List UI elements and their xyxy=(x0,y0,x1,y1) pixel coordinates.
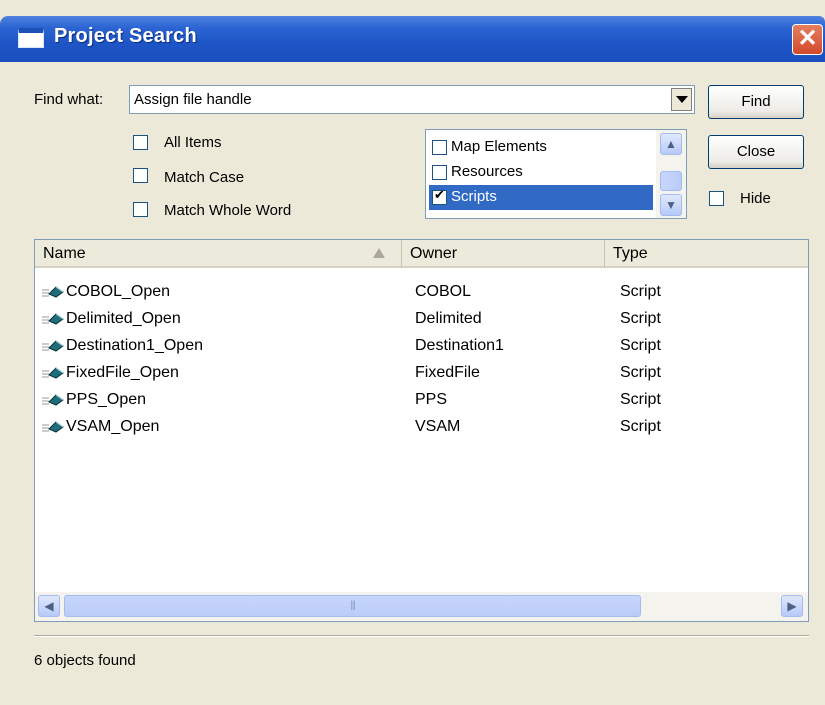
table-row[interactable]: Destination1_Open Destination1 Script xyxy=(35,335,808,357)
match-whole-word-label: Match Whole Word xyxy=(164,202,292,219)
row-type: Script xyxy=(620,418,661,435)
row-owner: PPS xyxy=(415,391,448,408)
row-type: Script xyxy=(620,391,661,408)
row-owner: VSAM xyxy=(415,418,461,435)
type-list-scrollbar[interactable]: ▲ ▼ xyxy=(656,130,686,218)
row-type: Script xyxy=(620,364,661,381)
sort-ascending-icon xyxy=(373,248,385,258)
dropdown-arrow-icon[interactable] xyxy=(671,88,692,111)
find-what-label: Find what: xyxy=(34,91,104,108)
script-icon xyxy=(42,367,64,379)
close-window-icon[interactable]: ✕ xyxy=(792,24,823,55)
row-owner: COBOL xyxy=(415,283,472,300)
type-item-scripts[interactable]: Scripts xyxy=(429,185,653,210)
resources-checkbox[interactable] xyxy=(432,165,447,180)
find-what-combobox[interactable] xyxy=(129,85,695,114)
scroll-thumb[interactable] xyxy=(660,171,682,191)
row-name: Destination1_Open xyxy=(66,337,203,354)
row-name: PPS_Open xyxy=(66,391,147,408)
type-item-label: Resources xyxy=(451,163,523,180)
row-name: VSAM_Open xyxy=(66,418,160,435)
status-divider xyxy=(34,635,809,637)
row-owner: Delimited xyxy=(415,310,482,327)
close-button[interactable]: Close xyxy=(708,135,804,169)
scroll-down-icon[interactable]: ▼ xyxy=(660,194,682,216)
row-name: Delimited_Open xyxy=(66,310,181,327)
map-elements-checkbox[interactable] xyxy=(432,140,447,155)
hide-checkbox[interactable] xyxy=(709,191,724,206)
title-bar[interactable]: Project Search ✕ xyxy=(0,16,825,62)
object-type-list[interactable]: Map Elements Resources Scripts ▲ ▼ xyxy=(425,129,687,219)
table-row[interactable]: Delimited_Open Delimited Script xyxy=(35,308,808,330)
scroll-right-icon[interactable]: ▶ xyxy=(781,595,803,617)
results-list[interactable]: Name Owner Type COBOL_Open COBOL Script … xyxy=(34,239,809,622)
window-title: Project Search xyxy=(54,25,197,47)
status-text: 6 objects found xyxy=(34,652,136,669)
type-item-map-elements[interactable]: Map Elements xyxy=(429,135,653,160)
horizontal-scroll-thumb[interactable]: ||| xyxy=(64,595,641,617)
all-items-label: All Items xyxy=(164,134,222,151)
script-icon xyxy=(42,286,64,298)
results-header: Name Owner Type xyxy=(35,240,808,268)
type-item-label: Scripts xyxy=(451,188,497,205)
column-header-type[interactable]: Type xyxy=(605,240,808,268)
all-items-checkbox[interactable] xyxy=(133,135,148,150)
type-item-label: Map Elements xyxy=(451,138,547,155)
window-icon xyxy=(18,28,44,48)
script-icon xyxy=(42,394,64,406)
column-header-name[interactable]: Name xyxy=(35,240,402,268)
type-item-resources[interactable]: Resources xyxy=(429,160,653,185)
row-type: Script xyxy=(620,337,661,354)
match-whole-word-checkbox[interactable] xyxy=(133,202,148,217)
script-icon xyxy=(42,421,64,433)
find-what-input[interactable] xyxy=(134,89,654,109)
find-button[interactable]: Find xyxy=(708,85,804,119)
results-horizontal-scrollbar[interactable]: ◀ ||| ▶ xyxy=(35,592,808,621)
scripts-checkbox[interactable] xyxy=(432,187,447,205)
project-search-dialog: Project Search ✕ Find what: Find Close H… xyxy=(0,0,825,705)
column-header-owner[interactable]: Owner xyxy=(402,240,605,268)
match-case-label: Match Case xyxy=(164,169,245,186)
table-row[interactable]: PPS_Open PPS Script xyxy=(35,389,808,411)
script-icon xyxy=(42,313,64,325)
scroll-left-icon[interactable]: ◀ xyxy=(38,595,60,617)
row-type: Script xyxy=(620,283,661,300)
row-owner: Destination1 xyxy=(415,337,504,354)
table-row[interactable]: COBOL_Open COBOL Script xyxy=(35,281,808,303)
table-row[interactable]: FixedFile_Open FixedFile Script xyxy=(35,362,808,384)
row-name: FixedFile_Open xyxy=(66,364,179,381)
match-case-checkbox[interactable] xyxy=(133,168,148,183)
row-name: COBOL_Open xyxy=(66,283,171,300)
script-icon xyxy=(42,340,64,352)
hide-label: Hide xyxy=(740,190,771,207)
scroll-up-icon[interactable]: ▲ xyxy=(660,133,682,155)
row-owner: FixedFile xyxy=(415,364,480,381)
row-type: Script xyxy=(620,310,661,327)
table-row[interactable]: VSAM_Open VSAM Script xyxy=(35,416,808,438)
